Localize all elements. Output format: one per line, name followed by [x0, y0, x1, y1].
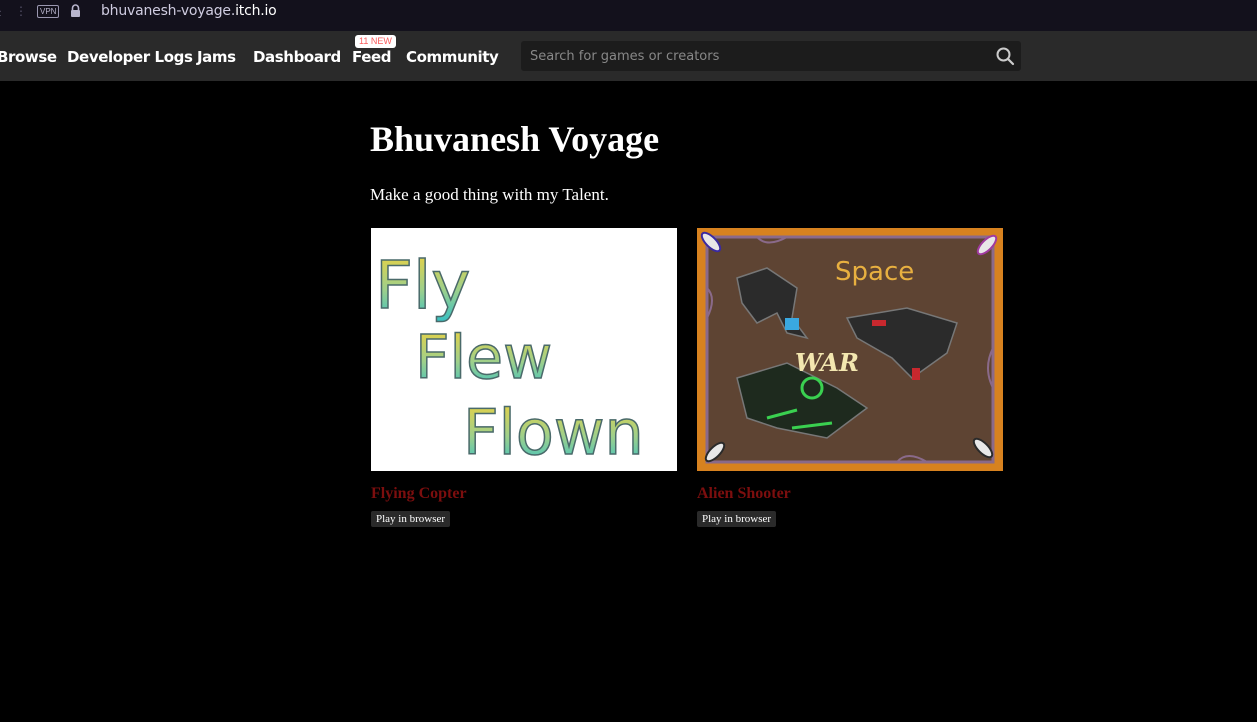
- nav-feed[interactable]: Feed: [352, 48, 392, 66]
- url-domain: itch.io: [235, 3, 277, 19]
- game-title-link[interactable]: Alien Shooter: [697, 485, 791, 503]
- game-cover-image: Space WAR: [697, 228, 1003, 471]
- feed-new-badge: 11 NEW: [355, 35, 396, 48]
- cover-word-1: Fly: [375, 247, 470, 324]
- cover-word-2: WAR: [795, 348, 859, 377]
- nav-browse[interactable]: Browse: [0, 48, 57, 66]
- page-title: Bhuvanesh Voyage: [370, 119, 660, 159]
- nav-community[interactable]: Community: [406, 48, 499, 66]
- game-title-link[interactable]: Flying Copter: [371, 485, 467, 503]
- game-thumbnail-alien-shooter[interactable]: Space WAR: [697, 228, 1003, 471]
- url-field[interactable]: bhuvanesh-voyage.itch.io: [101, 3, 277, 19]
- cover-word-3: Flown: [463, 396, 644, 469]
- lock-icon[interactable]: [70, 4, 81, 17]
- cover-word-1: Space: [835, 257, 914, 287]
- back-icon[interactable]: ‹: [0, 5, 1, 20]
- nav-dashboard[interactable]: Dashboard: [253, 48, 341, 66]
- site-header: Browse Developer Logs Jams Dashboard 11 …: [0, 31, 1257, 81]
- search-input[interactable]: [521, 41, 981, 71]
- page-description: Make a good thing with my Talent.: [370, 185, 609, 204]
- game-thumbnail-flying-copter[interactable]: Fly Flew Flown: [371, 228, 677, 471]
- game-cover-image: Fly Flew Flown: [371, 228, 677, 471]
- play-in-browser-tag: Play in browser: [371, 511, 451, 527]
- vpn-badge[interactable]: VPN: [37, 5, 60, 18]
- url-prefix: bhuvanesh-voyage.: [101, 3, 236, 19]
- nav-developer-logs[interactable]: Developer Logs: [67, 48, 193, 66]
- game-cell-alien-shooter: Space WAR Alien Shooter Play in browser: [697, 228, 1003, 527]
- nav-jams[interactable]: Jams: [197, 48, 236, 66]
- browser-address-bar: ‹ ⋮ VPN bhuvanesh-voyage.itch.io: [0, 0, 1257, 31]
- cover-word-2: Flew: [415, 323, 552, 393]
- game-cell-flying-copter: Fly Flew Flown Flying Copter Play in bro…: [371, 228, 677, 527]
- play-in-browser-tag: Play in browser: [697, 511, 777, 527]
- search-icon[interactable]: [995, 46, 1015, 66]
- divider-dots-icon: ⋮: [15, 4, 27, 18]
- search-box: [521, 41, 1021, 71]
